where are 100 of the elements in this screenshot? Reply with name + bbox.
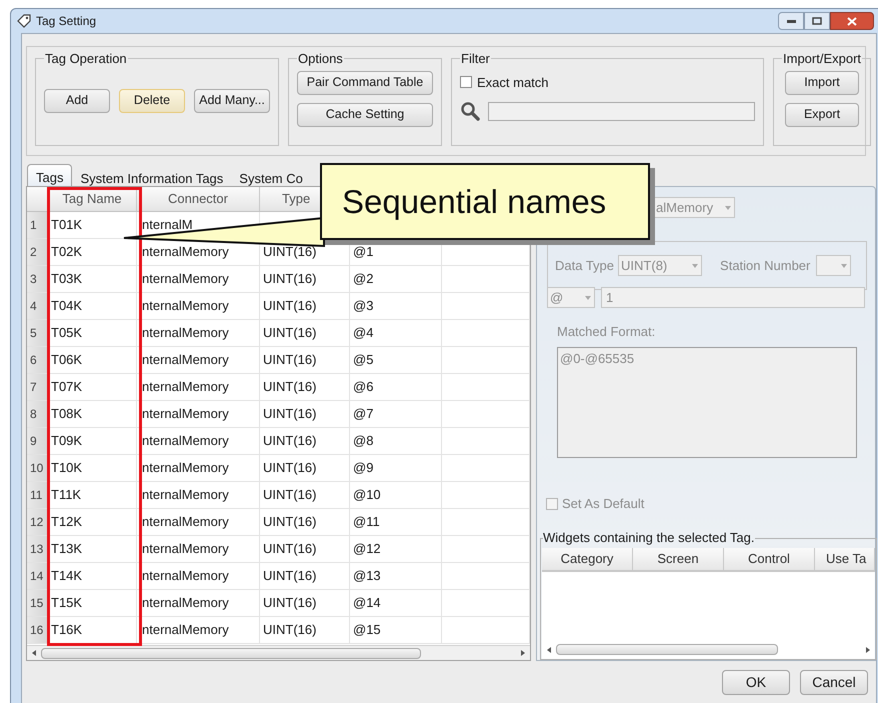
table-cell-text: nternalMemory bbox=[142, 621, 229, 640]
table-cell-text: T03K bbox=[51, 270, 82, 288]
minimize-button[interactable] bbox=[778, 12, 804, 30]
table-cell-text: @15 bbox=[353, 621, 381, 640]
caret-icon bbox=[585, 296, 591, 300]
toolbar-button[interactable]: Delete bbox=[119, 88, 185, 112]
checkbox-label: Set As Default bbox=[562, 494, 644, 513]
toolbar-button[interactable]: Pair Command Table bbox=[297, 70, 433, 94]
table-cell-text: nternalMemory bbox=[142, 567, 229, 586]
row-number: 1 bbox=[27, 212, 48, 238]
row-number: 3 bbox=[27, 266, 48, 292]
table-cell-text: @9 bbox=[353, 459, 374, 478]
table-cell-text: T02K bbox=[51, 243, 82, 262]
column-header[interactable]: Control bbox=[724, 548, 815, 570]
table-cell-text: T12K bbox=[51, 513, 82, 532]
table-cell-text: @4 bbox=[353, 324, 374, 342]
dialog-button[interactable]: Cancel bbox=[800, 670, 868, 695]
row-number: 6 bbox=[27, 347, 48, 373]
table-cell-text: nternalMemory bbox=[142, 540, 229, 558]
table-cell-text: nternalMemory bbox=[142, 243, 229, 262]
group-title: Widgets containing the selected Tag. bbox=[543, 529, 755, 548]
table-cell-text: UINT(16) bbox=[263, 621, 316, 640]
row-number: 2 bbox=[27, 239, 48, 265]
toolbar-button[interactable]: Import bbox=[785, 70, 860, 94]
table-cell-text: T05K bbox=[51, 324, 82, 342]
tab[interactable]: System Information Tags bbox=[72, 167, 232, 186]
close-button[interactable] bbox=[830, 12, 874, 30]
toolbar-button[interactable]: Export bbox=[785, 102, 860, 126]
table-cell-text: T11K bbox=[51, 486, 82, 504]
column-header[interactable]: Tag Name bbox=[62, 189, 122, 209]
field-label: Matched Format: bbox=[557, 323, 656, 342]
table-cell-text: nternalMemory bbox=[142, 324, 229, 342]
group-title: Filter bbox=[460, 50, 491, 68]
table-cell-text: T08K bbox=[51, 405, 82, 424]
window-title: Tag Setting bbox=[36, 13, 96, 30]
table-cell-text: nternalMemory bbox=[142, 405, 229, 424]
horizontal-scrollbar[interactable] bbox=[27, 645, 530, 660]
maximize-button[interactable] bbox=[804, 12, 830, 30]
address-value: 1 bbox=[606, 288, 614, 307]
table-cell-text: nternalMemory bbox=[142, 486, 229, 504]
field-label: Data Type bbox=[555, 257, 614, 276]
table-cell-text: UINT(16) bbox=[263, 351, 316, 370]
row-number: 16 bbox=[27, 617, 48, 643]
caret-icon bbox=[841, 264, 848, 268]
checkbox[interactable] bbox=[460, 76, 472, 88]
matched-format-text: @0-@65535 bbox=[560, 350, 634, 366]
table-cell-text: UINT(16) bbox=[263, 486, 316, 504]
table-cell-text: nternalMemory bbox=[142, 378, 229, 396]
table-cell-text: nternalMemory bbox=[142, 270, 229, 288]
table-cell-text: @2 bbox=[353, 270, 374, 288]
table-cell-text: @6 bbox=[353, 378, 374, 396]
row-number: 15 bbox=[27, 590, 48, 616]
table-cell-text: nternalMemory bbox=[142, 297, 229, 316]
toolbar-button[interactable]: Add bbox=[44, 88, 110, 112]
table-cell-text: T04K bbox=[51, 297, 82, 316]
column-header[interactable]: Category bbox=[542, 548, 633, 570]
table-cell-text: @5 bbox=[353, 351, 374, 370]
column-header[interactable]: Use Ta bbox=[815, 548, 875, 570]
dialog-button[interactable]: OK bbox=[722, 670, 790, 695]
table-cell-text: T10K bbox=[51, 459, 82, 478]
row-number: 14 bbox=[27, 563, 48, 589]
table-cell-text: T06K bbox=[51, 351, 82, 370]
search-icon bbox=[460, 101, 480, 121]
table-cell-text: UINT(16) bbox=[263, 594, 316, 612]
column-header[interactable]: Type bbox=[282, 189, 310, 209]
table-cell-text: T07K bbox=[51, 378, 82, 396]
column-header[interactable]: Screen bbox=[633, 548, 724, 570]
row-number: 9 bbox=[27, 428, 48, 454]
toolbar-button[interactable]: Cache Setting bbox=[297, 102, 433, 126]
callout-text: Sequential names bbox=[342, 182, 606, 222]
row-number: 7 bbox=[27, 374, 48, 400]
tab[interactable]: Tags bbox=[27, 164, 72, 186]
caret-icon bbox=[725, 206, 731, 210]
group-title: Import/Export bbox=[782, 50, 862, 68]
table-cell-text: UINT(16) bbox=[263, 513, 316, 532]
table-cell-text: T14K bbox=[51, 567, 82, 586]
tab[interactable]: System Co bbox=[231, 167, 311, 186]
table-cell-text: T15K bbox=[51, 594, 82, 612]
table-cell-text: @8 bbox=[353, 432, 374, 450]
table-cell-text: nternalMemory bbox=[142, 351, 229, 370]
table-cell-text: UINT(16) bbox=[263, 378, 316, 396]
toolbar-button[interactable]: Add Many... bbox=[194, 88, 270, 112]
table-cell-text: UINT(16) bbox=[263, 297, 316, 316]
table-cell-text: @11 bbox=[353, 513, 380, 532]
connector-dropdown-value: alMemory bbox=[655, 198, 714, 217]
table-cell-text: nternalM bbox=[142, 216, 193, 234]
row-number: 11 bbox=[27, 482, 48, 508]
table-cell-text: @7 bbox=[353, 405, 374, 424]
column-header[interactable]: Connector bbox=[168, 189, 228, 209]
table-cell-text: @3 bbox=[353, 297, 374, 316]
minimize-icon bbox=[786, 20, 796, 22]
table-cell-text: nternalMemory bbox=[142, 432, 229, 450]
group-title: Options bbox=[297, 50, 344, 68]
table-cell-text: @1 bbox=[353, 243, 374, 262]
row-number: 8 bbox=[27, 401, 48, 427]
table-cell-text: @10 bbox=[353, 486, 381, 504]
search-field[interactable] bbox=[488, 102, 755, 120]
maximize-icon bbox=[812, 17, 822, 25]
table-cell-text: T09K bbox=[51, 432, 82, 450]
address-prefix-dropdown-value: @ bbox=[549, 288, 564, 307]
